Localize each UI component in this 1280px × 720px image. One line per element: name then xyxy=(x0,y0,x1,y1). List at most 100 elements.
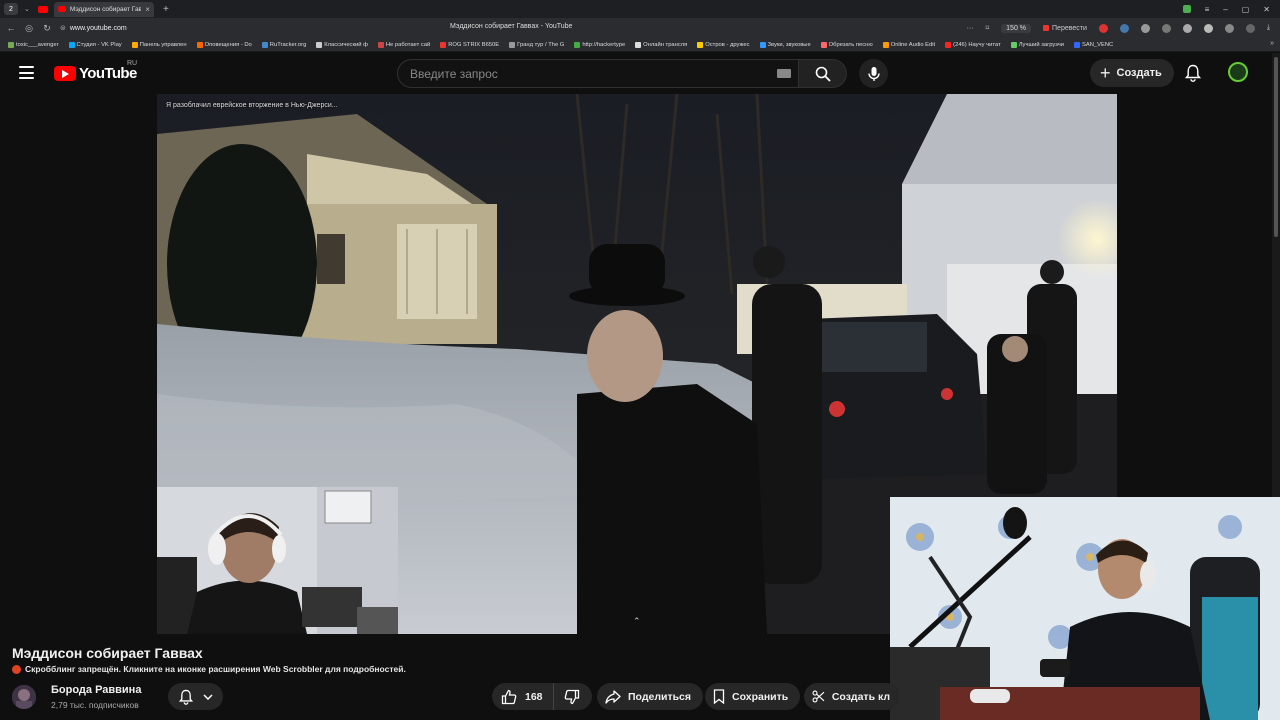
bookmark-favicon-icon xyxy=(635,41,642,48)
close-window-icon[interactable]: ✕ xyxy=(1263,5,1270,14)
extension-icon[interactable] xyxy=(1203,23,1213,33)
bookmark-icon[interactable]: ⌑ xyxy=(986,24,990,32)
bookmark-item[interactable]: Остров - дружес xyxy=(697,41,750,48)
voice-search-button[interactable] xyxy=(859,59,888,88)
translate-button[interactable]: Перевести xyxy=(1043,25,1087,32)
bookmark-item[interactable]: Студия - VK Play xyxy=(68,41,122,48)
menu-icon[interactable] xyxy=(19,66,34,79)
scrobbler-notice-text: Скробблинг запрещён. Кликните на иконке … xyxy=(25,664,406,674)
extension-icon[interactable] xyxy=(1098,23,1108,33)
bookmark-item[interactable]: RuTracker.org xyxy=(261,41,307,48)
bookmark-item[interactable]: Online Audio Edit xyxy=(882,41,935,48)
bookmark-label: Лучший загрузчи xyxy=(1018,41,1064,48)
more-icon[interactable]: ··· xyxy=(967,25,974,32)
share-label: Поделиться xyxy=(628,690,692,703)
subscriber-count: 2,79 тыс. подписчиков xyxy=(51,700,139,710)
site-info-icon[interactable]: ⊜ xyxy=(60,24,66,32)
streamer-webcam-right xyxy=(890,497,1280,720)
bookmarks-overflow-icon[interactable]: » xyxy=(1270,40,1274,47)
bell-icon xyxy=(178,689,193,705)
bookmark-item[interactable]: ROG STRIX B650E xyxy=(440,41,499,48)
clip-button[interactable]: Создать кл xyxy=(804,683,900,710)
chevron-down-icon[interactable]: ⌄ xyxy=(24,5,30,13)
bookmark-item[interactable]: Оповещения - Do xyxy=(196,41,252,48)
bookmark-label: RuTracker.org xyxy=(269,41,307,48)
extension-icon[interactable] xyxy=(1224,23,1234,33)
streamer-webcam-left xyxy=(157,487,398,634)
extension-icon[interactable] xyxy=(1161,23,1171,33)
create-button[interactable]: + Создать xyxy=(1090,59,1174,87)
close-tab-icon[interactable]: × xyxy=(145,5,150,14)
bookmark-item[interactable]: SAN_VENC xyxy=(1074,41,1114,48)
extension-icon[interactable] xyxy=(1119,23,1129,33)
region-label: RU xyxy=(127,60,138,67)
reload-icon[interactable]: ↻ xyxy=(40,23,54,34)
back-icon[interactable]: ← xyxy=(4,23,18,33)
bookmark-favicon-icon xyxy=(945,41,952,48)
download-icon[interactable]: ⤓ xyxy=(1267,24,1270,32)
search-box xyxy=(397,59,888,88)
extension-icon[interactable] xyxy=(1182,23,1192,33)
youtube-tab-icon[interactable] xyxy=(37,5,48,13)
minimize-icon[interactable]: – xyxy=(1223,5,1227,14)
tab-count-badge[interactable]: 2 xyxy=(4,3,18,15)
browser-tab-bar: 2 ⌄ Мэддисон собирает Гавв × + ≡ – ▢ ✕ xyxy=(0,0,1280,18)
dislike-button[interactable] xyxy=(554,683,580,710)
thumbs-down-icon xyxy=(564,689,579,704)
save-button[interactable]: Сохранить xyxy=(705,683,801,710)
bookmark-favicon-icon xyxy=(759,41,766,48)
bookmark-label: (246) Научу читат xyxy=(953,41,1001,48)
zoom-indicator[interactable]: 150 % xyxy=(1001,23,1032,33)
url-field[interactable]: ⊜ www.youtube.com xyxy=(60,24,127,33)
bookmark-item[interactable]: http://hackertype xyxy=(574,41,625,48)
bookmark-label: Панель управлен xyxy=(139,41,187,48)
avatar-image xyxy=(12,685,36,709)
save-label: Сохранить xyxy=(732,690,789,703)
search-button[interactable] xyxy=(799,59,847,88)
url-text: www.youtube.com xyxy=(69,24,127,32)
bookmark-item[interactable]: Не работает сай xyxy=(377,41,431,48)
share-button[interactable]: Поделиться xyxy=(597,683,704,710)
bookmark-label: Оповещения - Do xyxy=(204,41,252,48)
extension-icon[interactable] xyxy=(1140,23,1150,33)
webcam-image xyxy=(890,497,1280,720)
bookmark-item[interactable]: Обрезать песню xyxy=(820,41,873,48)
bookmark-favicon-icon xyxy=(697,41,704,48)
maximize-icon[interactable]: ▢ xyxy=(1242,5,1250,14)
youtube-logo[interactable]: YouTube RU xyxy=(54,60,137,82)
like-button[interactable]: 168 xyxy=(492,683,554,710)
shield-icon[interactable]: ◎ xyxy=(22,23,36,34)
bookmark-item[interactable]: Гранд тур / The G xyxy=(509,41,564,48)
bookmark-item[interactable]: Онлайн трансля xyxy=(635,41,687,48)
active-tab[interactable]: Мэддисон собирает Гавв × xyxy=(53,1,154,17)
extension-icon[interactable] xyxy=(1182,5,1191,13)
menu-icon[interactable]: ≡ xyxy=(1205,5,1210,14)
subscription-notifications-button[interactable] xyxy=(168,683,223,710)
new-tab-button[interactable]: + xyxy=(160,3,172,15)
bookmark-favicon-icon xyxy=(509,41,516,48)
bookmark-item[interactable]: Панель управлен xyxy=(131,41,187,48)
youtube-header: YouTube RU + Создать xyxy=(0,53,1270,93)
bookmark-item[interactable]: Классический ф xyxy=(316,41,368,48)
logo-text: YouTube xyxy=(79,65,137,82)
web-scrobbler-icon xyxy=(12,664,21,674)
bookmark-favicon-icon xyxy=(574,41,581,48)
keyboard-icon[interactable] xyxy=(777,69,791,78)
bookmark-label: SAN_VENC xyxy=(1082,41,1114,48)
search-input[interactable] xyxy=(397,59,799,88)
channel-name[interactable]: Борода Раввина xyxy=(51,684,141,696)
address-bar: ← ◎ ↻ ⊜ www.youtube.com Мэддисон собирае… xyxy=(0,18,1280,38)
bookmark-label: Не работает сай xyxy=(385,41,431,48)
account-avatar[interactable] xyxy=(1228,62,1248,82)
microphone-icon xyxy=(867,66,880,81)
notifications-button[interactable] xyxy=(1184,64,1202,87)
chevron-up-icon[interactable]: ⌃ xyxy=(633,616,641,627)
channel-avatar[interactable] xyxy=(12,685,36,709)
create-label: Создать xyxy=(1116,67,1162,79)
extension-icon[interactable] xyxy=(1245,23,1255,33)
bookmark-item[interactable]: Звуки, звуковые xyxy=(759,41,811,48)
bookmark-item[interactable]: Лучший загрузчи xyxy=(1010,41,1064,48)
bookmark-favicon-icon xyxy=(316,41,323,48)
bookmark-item[interactable]: toxic___avenger xyxy=(8,41,59,48)
bookmark-item[interactable]: (246) Научу читат xyxy=(945,41,1001,48)
